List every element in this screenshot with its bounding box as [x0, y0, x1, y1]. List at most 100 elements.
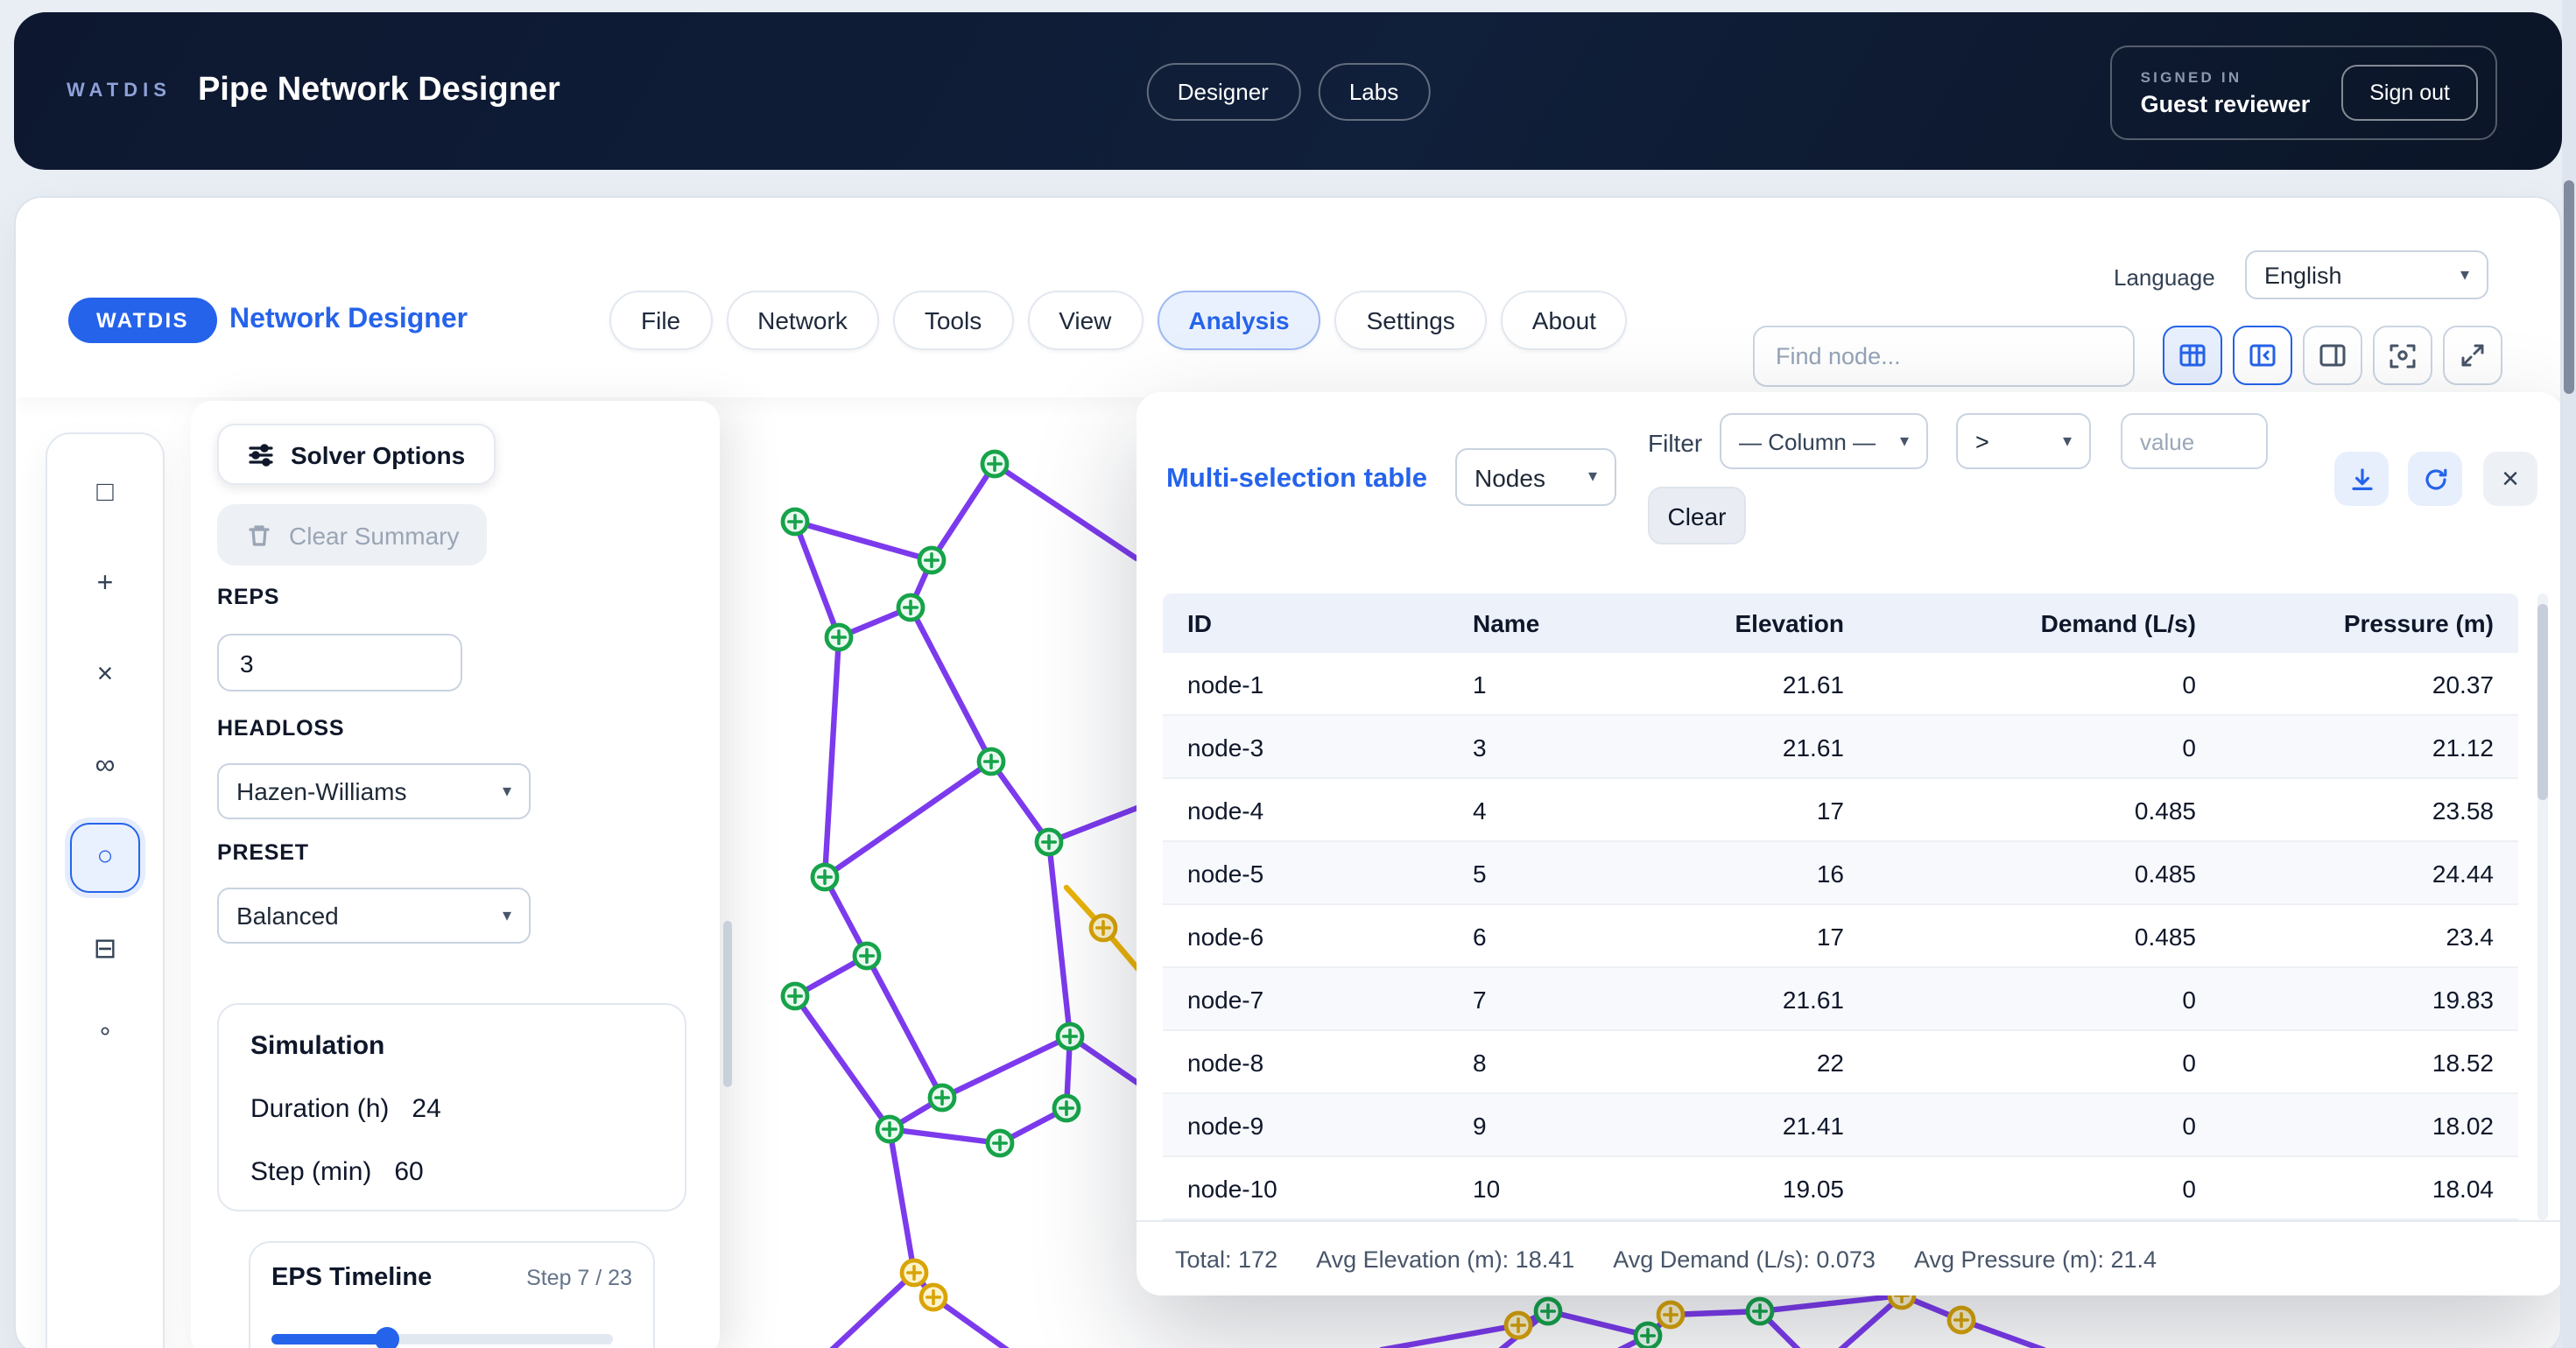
pipe-segment[interactable] — [911, 607, 991, 762]
junction-node[interactable] — [1054, 1096, 1079, 1120]
pipe-segment[interactable] — [795, 996, 890, 1129]
close-button[interactable]: × — [2483, 452, 2537, 506]
junction-node[interactable] — [898, 595, 923, 620]
page-scrollbar-thumb[interactable] — [2564, 180, 2574, 394]
table-row-node-3[interactable]: node-3321.61021.12 — [1163, 716, 2518, 779]
table-row-node-10[interactable]: node-101019.05018.04 — [1163, 1157, 2518, 1220]
eps-timeline-slider[interactable] — [271, 1327, 632, 1348]
menu-network[interactable]: Network — [726, 291, 879, 350]
junction-node[interactable] — [919, 548, 944, 572]
pipe-segment[interactable] — [825, 762, 991, 877]
warning-node[interactable] — [902, 1260, 926, 1285]
table-scrollbar-track[interactable] — [2537, 593, 2548, 1220]
pipe-tool[interactable]: ∞ — [70, 732, 140, 802]
solver-scrollbar-thumb[interactable] — [723, 921, 732, 1087]
point-tool[interactable]: ° — [70, 1005, 140, 1075]
reps-input[interactable] — [217, 634, 462, 692]
solver-options-button[interactable]: Solver Options — [217, 424, 495, 485]
valve-tool[interactable]: ⊟ — [70, 914, 140, 984]
menu-tools[interactable]: Tools — [893, 291, 1013, 350]
sign-out-button[interactable]: Sign out — [2341, 65, 2478, 121]
pipe-segment[interactable] — [1548, 1311, 1648, 1336]
select-tool[interactable]: □ — [70, 459, 140, 529]
table-row-node-5[interactable]: node-55160.48524.44 — [1163, 842, 2518, 905]
junction-node[interactable] — [827, 625, 851, 649]
slider-thumb[interactable] — [375, 1327, 399, 1348]
pipe-segment[interactable] — [795, 522, 932, 560]
pipe-segment[interactable] — [795, 522, 839, 637]
menu-file[interactable]: File — [609, 291, 712, 350]
entity-select[interactable]: Nodes ▾ — [1455, 448, 1616, 506]
topbar-nav-designer[interactable]: Designer — [1146, 62, 1300, 120]
fullscreen-button[interactable] — [2443, 326, 2502, 385]
pipe-segment[interactable] — [995, 464, 1137, 558]
menu-analysis[interactable]: Analysis — [1157, 291, 1320, 350]
table-row-node-4[interactable]: node-44170.48523.58 — [1163, 779, 2518, 842]
refresh-button[interactable] — [2408, 452, 2462, 506]
table-view-button[interactable] — [2163, 326, 2222, 385]
pipe-segment[interactable] — [942, 1036, 1070, 1098]
junction-node[interactable] — [1037, 830, 1061, 854]
filter-clear-button[interactable]: Clear — [1648, 487, 1746, 544]
pipe-segment[interactable] — [1760, 1295, 1902, 1311]
page-scrollbar[interactable] — [2562, 0, 2576, 1348]
table-row-node-9[interactable]: node-9921.41018.02 — [1163, 1094, 2518, 1157]
headloss-select[interactable]: Hazen-Williams ▾ — [217, 763, 531, 819]
delete-tool[interactable]: × — [70, 641, 140, 711]
topbar-nav-labs[interactable]: Labs — [1318, 62, 1430, 120]
junction-node[interactable] — [1636, 1323, 1660, 1348]
table-view-icon — [2177, 340, 2208, 371]
pipe-segment[interactable] — [825, 637, 839, 877]
left-panel-button[interactable] — [2233, 326, 2292, 385]
menu-view[interactable]: View — [1027, 291, 1143, 350]
pipe-segment[interactable] — [1049, 842, 1070, 1036]
warning-node[interactable] — [1949, 1308, 1974, 1332]
table-cell: 0 — [1869, 1174, 2221, 1202]
junction-node[interactable] — [1058, 1024, 1082, 1049]
junction-node[interactable] — [877, 1117, 902, 1141]
warning-node[interactable] — [1506, 1313, 1531, 1337]
warning-node[interactable] — [921, 1285, 946, 1309]
pipe-segment[interactable] — [867, 956, 942, 1098]
junction-node[interactable] — [979, 749, 1003, 774]
menu-settings[interactable]: Settings — [1335, 291, 1487, 350]
download-button[interactable] — [2334, 452, 2389, 506]
table-cell: 18.52 — [2221, 1048, 2518, 1076]
junction-node[interactable] — [783, 984, 807, 1008]
right-panel-button[interactable] — [2303, 326, 2362, 385]
table-cell: 23.58 — [2221, 796, 2518, 824]
filter-value-input[interactable] — [2121, 413, 2268, 469]
table-row-node-7[interactable]: node-7721.61019.83 — [1163, 968, 2518, 1031]
language-select[interactable]: English ▾ — [2245, 250, 2488, 299]
junction-node[interactable] — [1748, 1299, 1772, 1323]
table-row-node-1[interactable]: node-1121.61020.37 — [1163, 653, 2518, 716]
pipe-segment[interactable] — [890, 1129, 1000, 1143]
preset-select[interactable]: Balanced ▾ — [217, 888, 531, 944]
pipe-segment[interactable] — [991, 762, 1049, 842]
junction-node[interactable] — [813, 865, 837, 889]
menu-about[interactable]: About — [1501, 291, 1628, 350]
pipe-segment[interactable] — [890, 1129, 914, 1273]
table-scrollbar-thumb[interactable] — [2537, 604, 2548, 800]
junction-node[interactable] — [855, 944, 879, 968]
junction-node[interactable] — [988, 1131, 1012, 1155]
warning-node[interactable] — [1091, 916, 1116, 940]
clear-summary-button[interactable]: Clear Summary — [217, 504, 488, 565]
warning-node[interactable] — [1658, 1302, 1683, 1327]
junction-node[interactable] — [930, 1085, 954, 1110]
filter-column-select[interactable]: — Column — ▾ — [1720, 413, 1928, 469]
find-node-input[interactable] — [1753, 326, 2135, 387]
table-row-node-8[interactable]: node-8822018.52 — [1163, 1031, 2518, 1094]
node-tool[interactable]: ○ — [70, 823, 140, 893]
table-row-node-6[interactable]: node-66170.48523.4 — [1163, 905, 2518, 968]
junction-tool[interactable]: + — [70, 550, 140, 620]
pipe-segment[interactable] — [932, 464, 995, 560]
filter-operator-select[interactable]: > ▾ — [1956, 413, 2091, 469]
fit-view-button[interactable] — [2373, 326, 2432, 385]
junction-node[interactable] — [1536, 1299, 1560, 1323]
junction-node[interactable] — [783, 509, 807, 534]
pipe-segment[interactable] — [1382, 1325, 1518, 1348]
pipe-segment[interactable] — [832, 1273, 914, 1348]
close-icon: × — [2502, 461, 2519, 496]
junction-node[interactable] — [982, 452, 1007, 476]
